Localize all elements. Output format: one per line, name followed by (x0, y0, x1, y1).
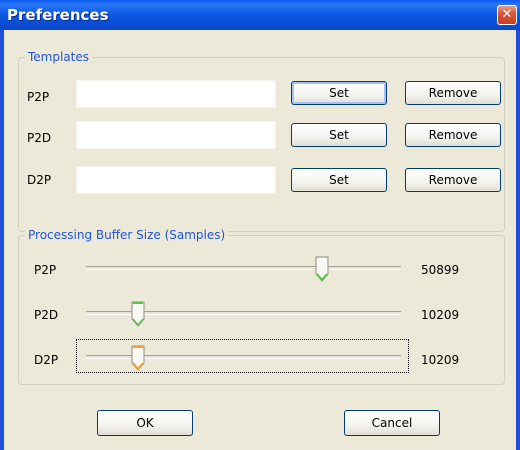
slider-label-d2p: D2P (34, 353, 59, 367)
template-label-p2p: P2P (27, 90, 50, 104)
ok-button[interactable]: OK (97, 410, 193, 436)
remove-button-p2p[interactable]: Remove (405, 81, 501, 105)
slider-thumb-p2p[interactable] (315, 256, 329, 282)
slider-value-d2p: 10209 (421, 353, 460, 367)
cancel-button[interactable]: Cancel (344, 410, 440, 436)
dialog-client-area: Templates P2P Set Remove P2D Set Remove … (4, 30, 516, 450)
slider-value-p2d: 10209 (421, 308, 460, 322)
slider-value-p2p: 50899 (421, 263, 460, 277)
title-bar[interactable]: Preferences ✕ (0, 0, 520, 30)
template-label-p2d: P2D (27, 131, 52, 145)
set-button-d2p[interactable]: Set (291, 168, 387, 192)
slider-thumb-p2d[interactable] (131, 301, 145, 327)
slider-thumb-d2p[interactable] (131, 345, 145, 371)
template-label-d2p: D2P (27, 173, 52, 187)
slider-label-p2d: P2D (34, 308, 59, 322)
template-field-d2p[interactable] (76, 166, 276, 194)
slider-label-p2p: P2P (34, 263, 57, 277)
template-field-p2d[interactable] (76, 121, 276, 149)
window-title: Preferences (7, 6, 109, 24)
templates-group-title: Templates (25, 50, 93, 64)
slider-track-p2p[interactable] (86, 266, 401, 270)
set-button-p2d[interactable]: Set (291, 123, 387, 147)
template-field-p2p[interactable] (76, 80, 276, 108)
buffer-size-group-title: Processing Buffer Size (Samples) (25, 228, 229, 242)
set-button-p2p[interactable]: Set (291, 81, 387, 105)
remove-button-d2p[interactable]: Remove (405, 168, 501, 192)
close-icon: ✕ (501, 7, 513, 22)
remove-button-p2d[interactable]: Remove (405, 123, 501, 147)
preferences-window: Preferences ✕ Templates P2P Set Remove P… (0, 0, 520, 450)
close-button[interactable]: ✕ (497, 5, 517, 25)
